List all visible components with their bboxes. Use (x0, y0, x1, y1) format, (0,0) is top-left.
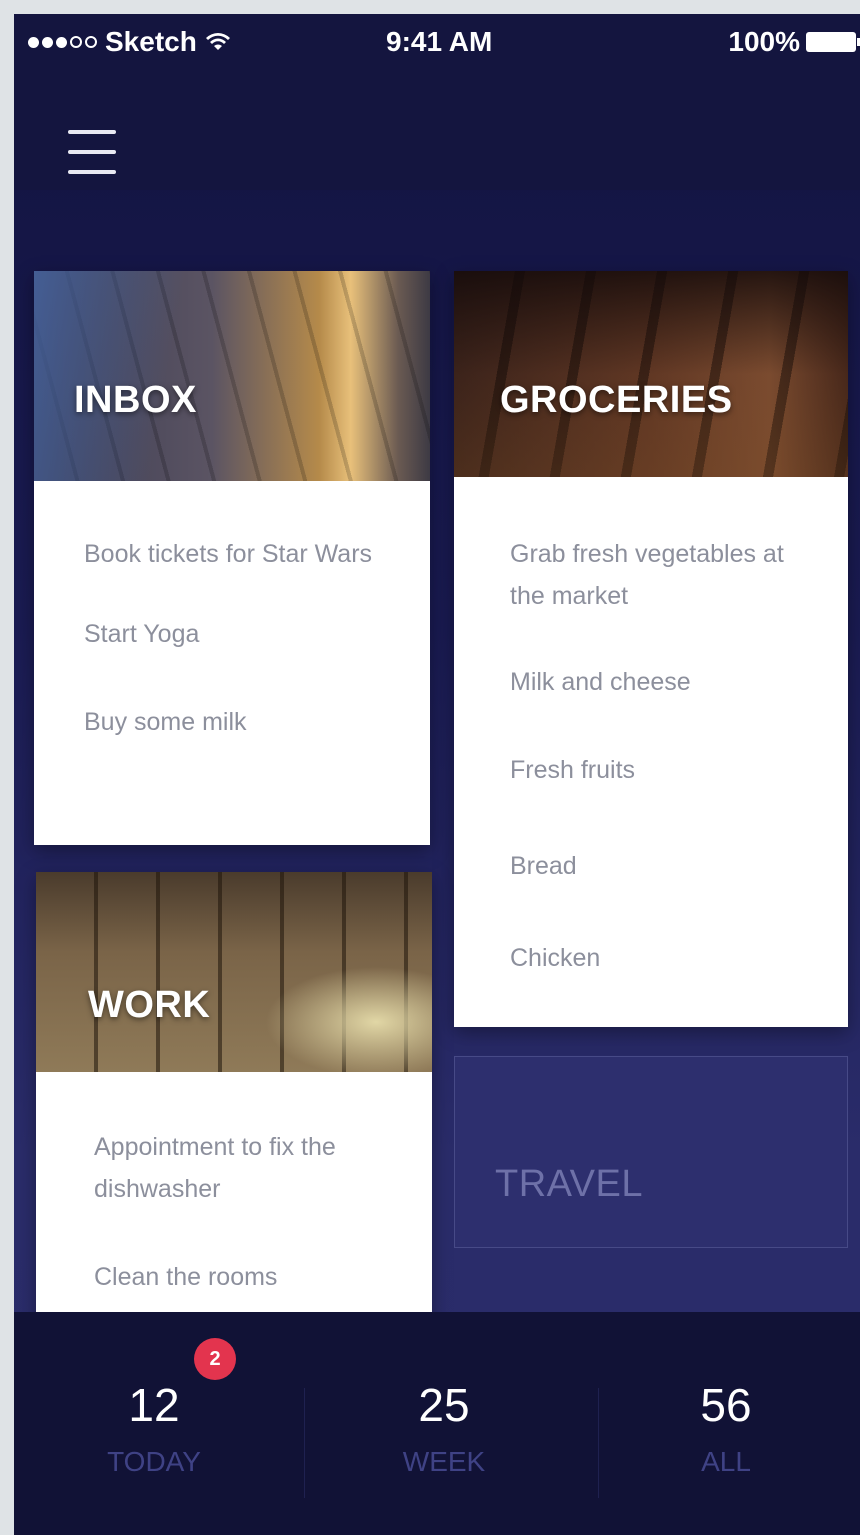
stat-divider (304, 1388, 305, 1498)
wifi-icon (205, 33, 230, 50)
list-item[interactable]: Book tickets for Star Wars (84, 533, 390, 575)
status-left: Sketch (28, 26, 231, 58)
list-item[interactable]: Start Yoga (84, 613, 390, 655)
stat-divider (598, 1388, 599, 1498)
all-label: ALL (701, 1446, 751, 1477)
battery-percentage: 100% (728, 26, 800, 57)
app-screen: Sketch 9:41 AM 100% INBOX Book tickets f… (14, 14, 860, 1535)
stat-today[interactable]: 12 TODAY (54, 1378, 254, 1480)
battery-icon (806, 32, 860, 52)
carrier-name: Sketch (105, 26, 197, 57)
work-card-title: WORK (88, 984, 211, 1026)
status-bar: Sketch 9:41 AM 100% (14, 14, 860, 70)
today-count: 12 (128, 1379, 180, 1431)
status-time: 9:41 AM (386, 26, 493, 57)
list-item[interactable]: Fresh fruits (510, 749, 808, 791)
stats-bar: 2 12 TODAY 25 WEEK 56 ALL (14, 1312, 860, 1535)
work-card[interactable]: WORK Appointment to fix the dishwasher C… (36, 872, 432, 1332)
all-count: 56 (700, 1379, 752, 1431)
groceries-task-list: Grab fresh vegetables at the market Milk… (454, 477, 848, 979)
week-label: WEEK (402, 1446, 486, 1477)
travel-card[interactable]: TRAVEL (454, 1056, 848, 1248)
list-item[interactable]: Clean the rooms (94, 1256, 392, 1298)
list-item[interactable]: Bread (510, 845, 808, 887)
list-item[interactable]: Milk and cheese (510, 661, 808, 703)
list-item[interactable]: Appointment to fix the dishwasher (94, 1126, 392, 1210)
inbox-card-title: INBOX (74, 379, 197, 421)
status-right: 100% (728, 26, 860, 58)
inbox-task-list: Book tickets for Star Wars Start Yoga Bu… (34, 481, 430, 743)
work-task-list: Appointment to fix the dishwasher Clean … (36, 1072, 432, 1298)
list-item[interactable]: Buy some milk (84, 701, 390, 743)
groceries-card-image: GROCERIES (454, 271, 848, 477)
today-badge: 2 (194, 1338, 236, 1380)
groceries-card[interactable]: GROCERIES Grab fresh vegetables at the m… (454, 271, 848, 1027)
list-item[interactable]: Grab fresh vegetables at the market (510, 533, 808, 617)
list-item[interactable]: Chicken (510, 937, 808, 979)
today-label: TODAY (107, 1446, 201, 1477)
inbox-card[interactable]: INBOX Book tickets for Star Wars Start Y… (34, 271, 430, 845)
hamburger-menu-icon[interactable] (68, 130, 116, 174)
groceries-card-title: GROCERIES (500, 379, 733, 421)
inbox-card-image: INBOX (34, 271, 430, 481)
stat-all[interactable]: 56 ALL (626, 1378, 826, 1480)
header (14, 70, 860, 190)
week-count: 25 (418, 1379, 470, 1431)
stat-week[interactable]: 25 WEEK (344, 1378, 544, 1480)
signal-strength-icon (28, 36, 97, 48)
travel-card-title: TRAVEL (495, 1163, 644, 1205)
work-card-image: WORK (36, 872, 432, 1072)
